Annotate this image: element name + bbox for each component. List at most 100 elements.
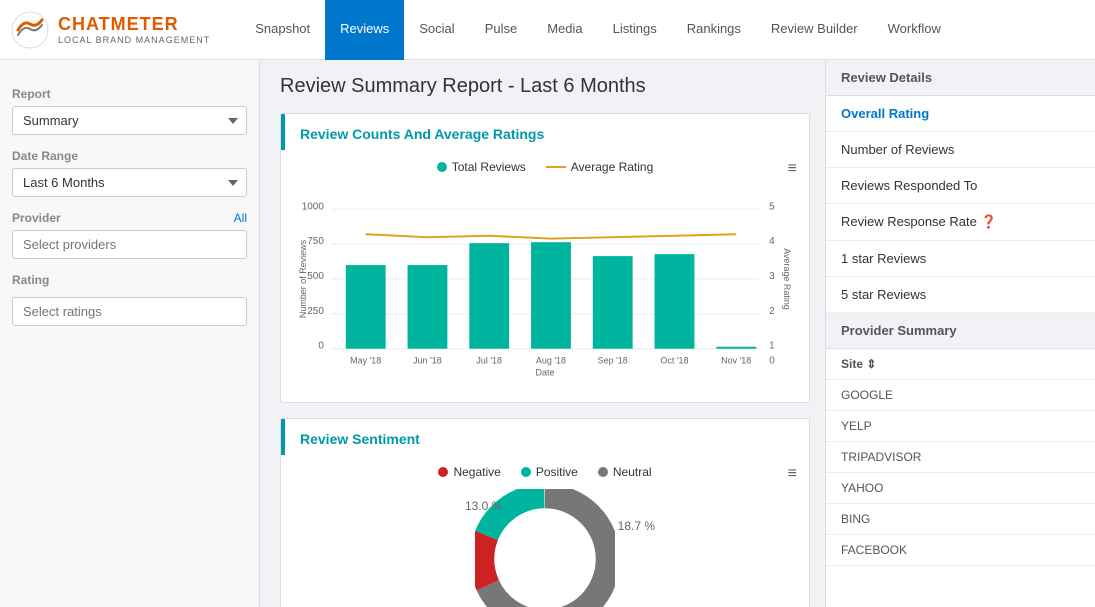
bar-aug <box>531 242 571 349</box>
svg-text:1: 1 <box>769 341 775 352</box>
svg-text:4: 4 <box>769 236 775 247</box>
bar-oct <box>655 254 695 349</box>
chart1-legend: Total Reviews Average Rating <box>296 160 794 174</box>
content-area: Review Summary Report - Last 6 Months Re… <box>260 60 825 607</box>
detail-num-reviews[interactable]: Number of Reviews <box>826 132 1095 168</box>
logo-text: CHATMETER LOCAL BRAND MANAGEMENT <box>58 14 210 45</box>
svg-text:5: 5 <box>769 201 775 212</box>
review-counts-body: ≡ Total Reviews Average Rating 1000 750 <box>281 150 809 402</box>
provider-bing[interactable]: BING <box>826 504 1095 535</box>
sidebar: Report Summary Details Comparison Date R… <box>0 60 260 607</box>
bar-chart-svg: 1000 750 500 250 0 5 4 3 2 1 0 Number of… <box>296 184 794 384</box>
svg-text:Jun '18: Jun '18 <box>413 356 442 366</box>
provider-all-link[interactable]: All <box>234 211 247 225</box>
svg-text:Date: Date <box>536 368 555 378</box>
svg-text:Oct '18: Oct '18 <box>660 356 688 366</box>
svg-text:Number of Reviews: Number of Reviews <box>298 239 308 318</box>
detail-reviews-responded[interactable]: Reviews Responded To <box>826 168 1095 204</box>
svg-text:1000: 1000 <box>302 201 325 212</box>
neu-dot <box>598 467 608 477</box>
tab-snapshot[interactable]: Snapshot <box>240 0 325 60</box>
legend-avg-label: Average Rating <box>571 160 654 174</box>
sentiment-body: ≡ Negative Positive Neutral <box>281 455 809 607</box>
legend-total-dot <box>437 162 447 172</box>
date-range-select[interactable]: Last 6 Months Last 3 Months Last Month L… <box>12 168 247 197</box>
legend-avg: Average Rating <box>546 160 654 174</box>
legend-negative: Negative <box>438 465 500 479</box>
neg-label: Negative <box>453 465 500 479</box>
logo-sub: LOCAL BRAND MANAGEMENT <box>58 35 210 45</box>
detail-response-rate[interactable]: Review Response Rate ❓ <box>826 204 1095 241</box>
legend-avg-line <box>546 166 566 168</box>
bar-nov <box>716 347 756 349</box>
tab-workflow[interactable]: Workflow <box>873 0 956 60</box>
logo-name: CHATMETER <box>58 14 210 35</box>
review-sentiment-card: Review Sentiment ≡ Negative Positive Ne <box>280 418 810 607</box>
svg-text:250: 250 <box>307 306 324 317</box>
legend-neutral: Neutral <box>598 465 652 479</box>
provider-google[interactable]: GOOGLE <box>826 380 1095 411</box>
sentiment-legend: Negative Positive Neutral <box>296 465 794 479</box>
report-select[interactable]: Summary Details Comparison <box>12 106 247 135</box>
bar-jun <box>408 265 448 349</box>
svg-text:May '18: May '18 <box>350 356 381 366</box>
provider-input[interactable] <box>12 230 247 259</box>
bar-jul <box>469 243 509 349</box>
neu-label: Neutral <box>613 465 652 479</box>
provider-summary-title: Provider Summary <box>826 313 1095 349</box>
positive-pct-label: 18.7 % <box>618 519 655 533</box>
bar-may <box>346 265 386 349</box>
provider-yelp[interactable]: YELP <box>826 411 1095 442</box>
tab-social[interactable]: Social <box>404 0 469 60</box>
top-bar: CHATMETER LOCAL BRAND MANAGEMENT Snapsho… <box>0 0 1095 60</box>
provider-label: Provider <box>12 211 61 225</box>
date-range-label: Date Range <box>12 149 247 163</box>
logo-icon <box>10 10 50 50</box>
pos-dot <box>521 467 531 477</box>
site-header[interactable]: Site ⇕ <box>826 349 1095 380</box>
logo: CHATMETER LOCAL BRAND MANAGEMENT <box>10 10 210 50</box>
tab-reviews[interactable]: Reviews <box>325 0 404 60</box>
review-counts-header: Review Counts And Average Ratings <box>281 114 809 150</box>
review-counts-title: Review Counts And Average Ratings <box>300 126 544 142</box>
svg-text:500: 500 <box>307 271 324 282</box>
svg-text:2: 2 <box>769 306 775 317</box>
legend-total: Total Reviews <box>437 160 526 174</box>
bar-sep <box>593 256 633 349</box>
svg-text:Sep '18: Sep '18 <box>598 356 628 366</box>
right-panel: Review Details Overall Rating Number of … <box>825 60 1095 607</box>
tab-listings[interactable]: Listings <box>598 0 672 60</box>
detail-overall-rating[interactable]: Overall Rating <box>826 96 1095 132</box>
legend-total-label: Total Reviews <box>452 160 526 174</box>
svg-text:3: 3 <box>769 271 775 282</box>
detail-5star[interactable]: 5 star Reviews <box>826 277 1095 313</box>
tab-media[interactable]: Media <box>532 0 597 60</box>
tab-pulse[interactable]: Pulse <box>470 0 533 60</box>
provider-yahoo[interactable]: YAHOO <box>826 473 1095 504</box>
sentiment-header: Review Sentiment <box>281 419 809 455</box>
tab-rankings[interactable]: Rankings <box>672 0 756 60</box>
rating-line <box>366 234 737 238</box>
svg-text:0: 0 <box>769 356 775 367</box>
pos-label: Positive <box>536 465 578 479</box>
page-title: Review Summary Report - Last 6 Months <box>280 75 810 98</box>
provider-tripadvisor[interactable]: TRIPADVISOR <box>826 442 1095 473</box>
chart2-menu-icon[interactable]: ≡ <box>788 465 797 483</box>
review-details-title: Review Details <box>826 60 1095 96</box>
report-label: Report <box>12 87 247 101</box>
rating-input[interactable] <box>12 297 247 326</box>
provider-facebook[interactable]: FACEBOOK <box>826 535 1095 566</box>
negative-pct-label: 13.0 % <box>465 499 502 513</box>
svg-text:0: 0 <box>318 341 324 352</box>
review-counts-card: Review Counts And Average Ratings ≡ Tota… <box>280 113 810 403</box>
chart1-menu-icon[interactable]: ≡ <box>788 160 797 178</box>
rating-label: Rating <box>12 273 247 287</box>
svg-text:Average Rating: Average Rating <box>782 248 792 310</box>
detail-1star[interactable]: 1 star Reviews <box>826 241 1095 277</box>
neg-dot <box>438 467 448 477</box>
main-nav: Snapshot Reviews Social Pulse Media List… <box>240 0 956 59</box>
tab-review-builder[interactable]: Review Builder <box>756 0 873 60</box>
svg-text:Aug '18: Aug '18 <box>536 356 566 366</box>
svg-text:Nov '18: Nov '18 <box>721 356 751 366</box>
svg-text:Jul '18: Jul '18 <box>476 356 502 366</box>
